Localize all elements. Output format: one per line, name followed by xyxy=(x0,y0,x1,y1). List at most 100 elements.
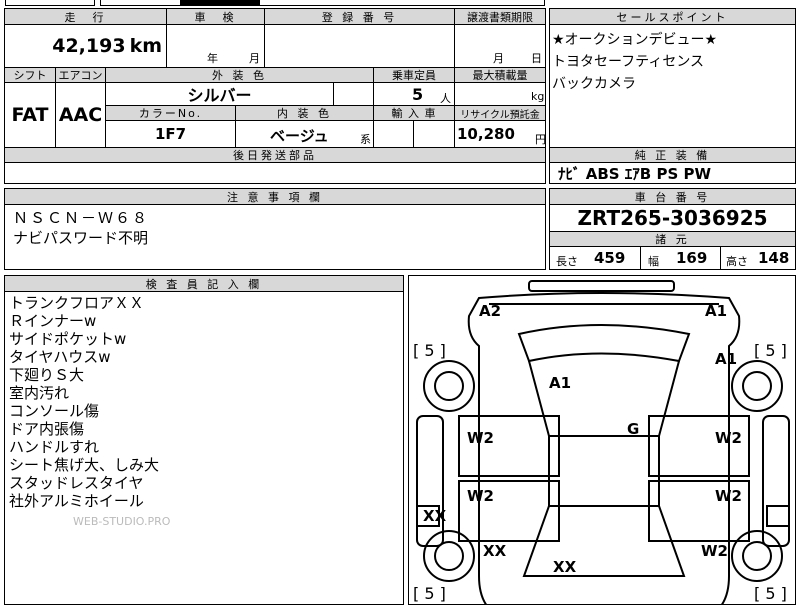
mark-right-fender-w2: W2 xyxy=(701,542,728,560)
color-no-value: 1F7 xyxy=(105,121,235,147)
tire-depth-rear-right: [ 5 ] xyxy=(754,341,787,360)
capacity-unit: 人 xyxy=(440,92,451,105)
car-diagram: [ 5 ] [ 5 ] [ 5 ] [ 5 ] A2 A1 A1 A1 G W2… xyxy=(413,280,790,604)
car-diagram-box: [ 5 ] [ 5 ] [ 5 ] [ 5 ] A2 A1 A1 A1 G W2… xyxy=(408,275,796,605)
interior-header: 内 装 色 xyxy=(235,106,373,120)
transfer-header: 譲渡書類期限 xyxy=(454,9,545,24)
shift-value: FAT xyxy=(11,104,49,126)
inspector-line: 室内汚れ xyxy=(9,384,70,402)
notes-box: 注 意 事 項 欄 ＮＳＣＮ－Ｗ６８ ナビパスワード不明 xyxy=(4,188,546,270)
mark-right-rear-door-w2: W2 xyxy=(715,429,742,447)
selling-points-box: セールスポイント ★オークションデビュー★ トヨタセーフティセンス バックカメラ… xyxy=(549,8,796,184)
width-label: 幅 xyxy=(648,255,659,268)
inspector-line: 下廻りＳ大 xyxy=(9,366,85,384)
registration-header: 登 録 番 号 xyxy=(264,9,454,24)
mark-rear-right-a1: A1 xyxy=(705,302,727,320)
mark-left-fender-xx: XX xyxy=(483,542,507,560)
interior-unit: 系 xyxy=(360,133,371,146)
mark-right-front-door-w2: W2 xyxy=(715,487,742,505)
notes-line: ＮＳＣＮ－Ｗ６８ xyxy=(13,209,150,227)
transfer-month: 月 xyxy=(493,52,504,65)
mileage-value: 42,193 xyxy=(52,35,126,57)
shaken-header: 車 検 xyxy=(166,9,264,24)
watermark: WEB-STUDIO.PRO xyxy=(73,515,171,528)
tire-depth-rear-left: [ 5 ] xyxy=(413,341,446,360)
top-cut-strip xyxy=(0,0,545,6)
import-cell-1 xyxy=(373,121,413,147)
inspector-header: 検 査 員 記 入 欄 xyxy=(5,276,403,291)
selling-point-item: トヨタセーフティセンス xyxy=(552,54,705,70)
mark-left-front-door-w2: W2 xyxy=(467,487,494,505)
spec-header: 諸 元 xyxy=(550,231,795,246)
capacity-value: 5 xyxy=(412,85,424,104)
length-value: 459 xyxy=(594,249,626,267)
notes-header: 注 意 事 項 欄 xyxy=(5,189,545,204)
max-load-unit: kg xyxy=(531,90,545,103)
height-label: 高さ xyxy=(726,255,748,268)
vehicle-info-table: 走 行 車 検 登 録 番 号 譲渡書類期限 42,193 km 年 月 月 日… xyxy=(4,8,546,184)
selling-point-item: バックカメラ xyxy=(552,76,636,92)
mark-right-quarter-a1: A1 xyxy=(715,350,737,368)
ac-value: AAC xyxy=(55,83,105,147)
exterior-extra-cell xyxy=(333,83,373,105)
tire-depth-front-left: [ 5 ] xyxy=(413,584,446,603)
shaken-month: 月 xyxy=(249,52,260,65)
equipment-header: 純 正 装 備 xyxy=(550,147,795,162)
later-parts-header: 後日発送部品 xyxy=(5,148,545,162)
inspector-box: 検 査 員 記 入 欄 トランクフロアＸＸ Ｒインナーw サイドポケットw タイ… xyxy=(4,275,404,605)
mark-rear-left-a2: A2 xyxy=(479,302,501,320)
shaken-year: 年 xyxy=(207,52,218,65)
capacity-header: 乗車定員 xyxy=(373,68,454,82)
inspector-line: コンソール傷 xyxy=(9,402,100,420)
notes-list: ＮＳＣＮ－Ｗ６８ ナビパスワード不明 xyxy=(13,208,149,248)
mark-roof-g: G xyxy=(627,420,639,438)
inspector-line: 社外アルミホイール xyxy=(9,492,144,510)
transfer-cell: 月 日 xyxy=(454,25,545,67)
chassis-box: 車 台 番 号 ZRT265-3036925 諸 元 長さ 459 幅 169 … xyxy=(549,188,796,270)
interior-cell: ベージュ 系 xyxy=(235,121,373,147)
notes-line: ナビパスワード不明 xyxy=(13,229,149,247)
inspector-line: ハンドルすれ xyxy=(9,438,100,456)
shift-header: シフト xyxy=(5,68,55,82)
inspector-line: ドア内張傷 xyxy=(9,420,85,438)
chassis-header: 車 台 番 号 xyxy=(550,189,795,204)
selling-points-header: セールスポイント xyxy=(550,9,795,24)
height-value: 148 xyxy=(758,249,790,267)
tire-depth-front-right: [ 5 ] xyxy=(754,584,787,603)
recycle-header: リサイクル預託金 xyxy=(454,106,545,121)
inspector-line: Ｒインナーw xyxy=(9,312,97,330)
exterior-color-value: シルバー xyxy=(105,83,333,105)
max-load-header: 最大積載量 xyxy=(454,68,545,82)
mark-left-sill-xx: XX xyxy=(423,507,447,525)
capacity-cell: 5 人 xyxy=(373,83,454,105)
length-label: 長さ xyxy=(556,255,578,268)
inspector-line: サイドポケットw xyxy=(9,330,127,348)
inspector-line: トランクフロアＸＸ xyxy=(9,294,145,312)
mark-left-rear-door-w2: W2 xyxy=(467,429,494,447)
interior-value: ベージュ xyxy=(270,127,329,145)
selling-points-list: ★オークションデビュー★ トヨタセーフティセンス バックカメラ xyxy=(552,29,792,95)
recycle-cell: 10,280 円 xyxy=(454,121,546,147)
recycle-unit: 円 xyxy=(535,133,546,146)
later-parts-value xyxy=(5,163,545,183)
mileage-unit: km xyxy=(129,35,162,57)
mark-hood-xx: XX xyxy=(553,558,577,576)
mark-trunk-a1: A1 xyxy=(549,374,571,392)
inspector-line: タイヤハウスw xyxy=(9,348,111,366)
ac-header: エアコン xyxy=(55,68,105,82)
import-cell-2 xyxy=(413,121,454,147)
exterior-header: 外 装 色 xyxy=(105,68,373,82)
inspector-list: トランクフロアＸＸ Ｒインナーw サイドポケットw タイヤハウスw 下廻りＳ大 … xyxy=(9,294,159,510)
import-header: 輸 入 車 xyxy=(373,106,454,120)
inspector-line: シート焦げ大、しみ大 xyxy=(9,456,160,474)
color-no-header: カラーNo. xyxy=(105,106,235,120)
inspector-line: スタッドレスタイヤ xyxy=(9,474,144,492)
recycle-value: 10,280 xyxy=(457,125,515,143)
mileage-cell: 42,193 km xyxy=(5,25,166,67)
chassis-number: ZRT265-3036925 xyxy=(550,204,795,231)
selling-point-item: ★オークションデビュー★ xyxy=(552,32,718,48)
max-load-cell: kg xyxy=(454,83,545,105)
transfer-day: 日 xyxy=(531,52,542,65)
mileage-header: 走 行 xyxy=(5,9,166,24)
spec-row: 長さ 459 幅 169 高さ 148 xyxy=(550,246,795,270)
